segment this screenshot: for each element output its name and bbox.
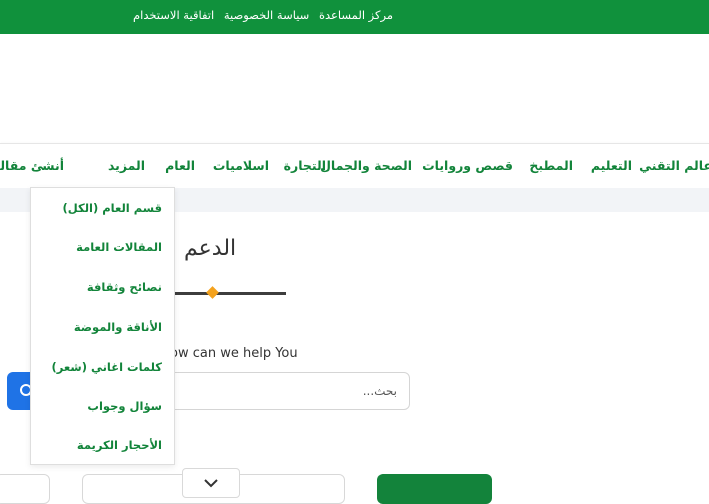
nav-item-stories[interactable]: قصص وروايات — [422, 158, 513, 173]
nav-item-create-article[interactable]: أنشئ مقالة — [0, 158, 64, 173]
help-center-link[interactable]: مركز المساعدة — [319, 8, 393, 22]
dropdown-item-general-articles[interactable]: المقالات العامة — [76, 240, 162, 254]
top-bar: مركز المساعدة سياسة الخصوصية اتفاقية الا… — [0, 0, 709, 34]
main-nav: عالم التقني التعليم المطبخ قصص وروايات ا… — [0, 143, 709, 188]
nav-item-general[interactable]: العام — [165, 158, 195, 173]
nav-item-health-beauty[interactable]: الصحة والجمال — [320, 158, 412, 173]
nav-item-islamic[interactable]: اسلاميات — [213, 158, 269, 173]
dropdown-item-fashion[interactable]: الأناقة والموضة — [74, 320, 162, 334]
dropdown-item-gemstones[interactable]: الأحجار الكريمة — [77, 438, 162, 452]
nav-item-education[interactable]: التعليم — [591, 158, 632, 173]
chevron-down-icon — [204, 479, 218, 488]
nav-item-more[interactable]: المزيد — [108, 158, 145, 173]
nav-item-kitchen[interactable]: المطبخ — [529, 158, 573, 173]
nav-item-commerce[interactable]: التجارة — [284, 158, 326, 173]
privacy-policy-link[interactable]: سياسة الخصوصية — [224, 8, 310, 22]
terms-of-use-link[interactable]: اتفاقية الاستخدام — [133, 8, 214, 22]
dropdown-item-song-lyrics[interactable]: كلمات اغاني (شعر) — [51, 360, 162, 374]
divider-diamond-icon — [206, 286, 219, 299]
dropdown-item-tips-culture[interactable]: نصائح وثقافة — [87, 280, 162, 294]
nav-dropdown-menu: قسم العام (الكل) المقالات العامة نصائح و… — [30, 187, 175, 465]
help-text: ow can we help You — [170, 346, 298, 361]
dropdown-item-qa[interactable]: سؤال وجواب — [87, 399, 162, 413]
top-links: مركز المساعدة سياسة الخصوصية اتفاقية الا… — [127, 8, 393, 22]
dropdown-item-general-all[interactable]: قسم العام (الكل) — [63, 201, 162, 215]
search-input[interactable] — [160, 372, 410, 410]
bottom-green-button[interactable] — [377, 474, 492, 504]
bottom-card-left[interactable] — [0, 474, 50, 504]
support-heading: الدعم — [184, 236, 237, 261]
heading-divider — [172, 292, 286, 295]
nav-item-tech-world[interactable]: عالم التقني — [639, 158, 709, 173]
